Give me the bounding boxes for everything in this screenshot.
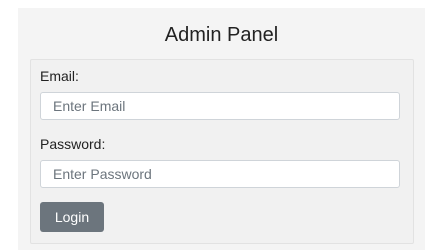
password-label: Password:	[40, 136, 106, 152]
email-field[interactable]	[40, 92, 400, 120]
email-label: Email:	[40, 68, 79, 84]
login-button[interactable]: Login	[40, 202, 104, 232]
admin-panel-container: Admin Panel Email: Password: Login	[18, 8, 425, 250]
login-form: Email: Password: Login	[30, 59, 414, 244]
password-field[interactable]	[40, 160, 400, 188]
page-title: Admin Panel	[164, 24, 279, 46]
